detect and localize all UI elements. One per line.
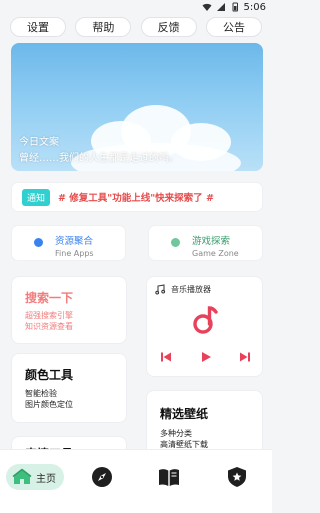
player-header: 音乐播放器 [155,284,211,295]
previous-track-icon[interactable] [160,351,172,363]
color-tool-title: 颜色工具 [25,368,74,382]
help-button[interactable]: 帮助 [75,17,132,37]
game-zone-subtitle: Game Zone [192,249,239,258]
wallpaper-line-1: 多种分类 [160,429,192,438]
next-track-icon[interactable] [239,351,251,363]
music-note-icon [155,284,166,295]
search-card-line-1: 超强搜索引擎 [25,311,73,320]
resource-hub-title: 资源聚合 [55,236,94,247]
announcement-button[interactable]: 公告 [205,17,262,37]
game-zone-title: 游戏探索 [192,236,231,247]
top-nav: 设置 帮助 反馈 公告 [10,17,262,37]
battery-icon [232,2,238,12]
music-logo-icon [193,306,218,334]
home-icon [12,468,32,484]
resource-hub-button[interactable]: 资源聚合 Fine Apps [11,225,126,261]
color-tool-line-1: 智能检验 [25,389,57,398]
compass-icon[interactable] [91,466,113,488]
signal-icon [216,3,225,11]
banner-subtitle: 曾经……我们的人生都是走过的吗。 [19,153,179,164]
notice-text: # 修复工具"功能上线"快来探索了 # [58,193,214,204]
game-zone-button[interactable]: 游戏探索 Game Zone [148,225,263,261]
status-time: 5:06 [243,1,266,13]
play-icon[interactable] [200,351,212,363]
search-card-line-2: 知识资源查看 [25,322,73,331]
color-tool-card[interactable]: 颜色工具 智能检验 图片颜色定位 [11,353,127,423]
music-player-card: 音乐播放器 [146,276,263,377]
tab-home[interactable]: 主页 [6,464,64,490]
resource-hub-subtitle: Fine Apps [55,249,94,258]
search-card[interactable]: 搜索一下 超强搜索引擎 知识资源查看 [11,276,127,344]
wifi-icon [202,3,212,11]
notice-tag: 通知 [22,188,51,206]
bottom-tab-bar: 主页 [0,449,272,513]
notice-bar[interactable]: 通知 # 修复工具"功能上线"快来探索了 # [11,182,263,212]
settings-button[interactable]: 设置 [10,17,66,37]
search-card-title: 搜索一下 [25,291,74,305]
green-dot-icon [171,238,180,247]
color-tool-line-2: 图片颜色定位 [25,400,73,409]
banner-title: 今日文案 [19,137,59,148]
player-title: 音乐播放器 [171,285,211,294]
blue-dot-icon [34,238,43,247]
shield-icon[interactable] [226,466,248,488]
status-bar: 5:06 [0,0,272,14]
daily-quote-banner[interactable]: 今日文案 曾经……我们的人生都是走过的吗。 [11,43,263,171]
tab-home-label: 主页 [36,473,56,485]
wallpaper-title: 精选壁纸 [160,407,209,421]
book-icon[interactable] [158,466,180,488]
feedback-button[interactable]: 反馈 [140,17,197,37]
